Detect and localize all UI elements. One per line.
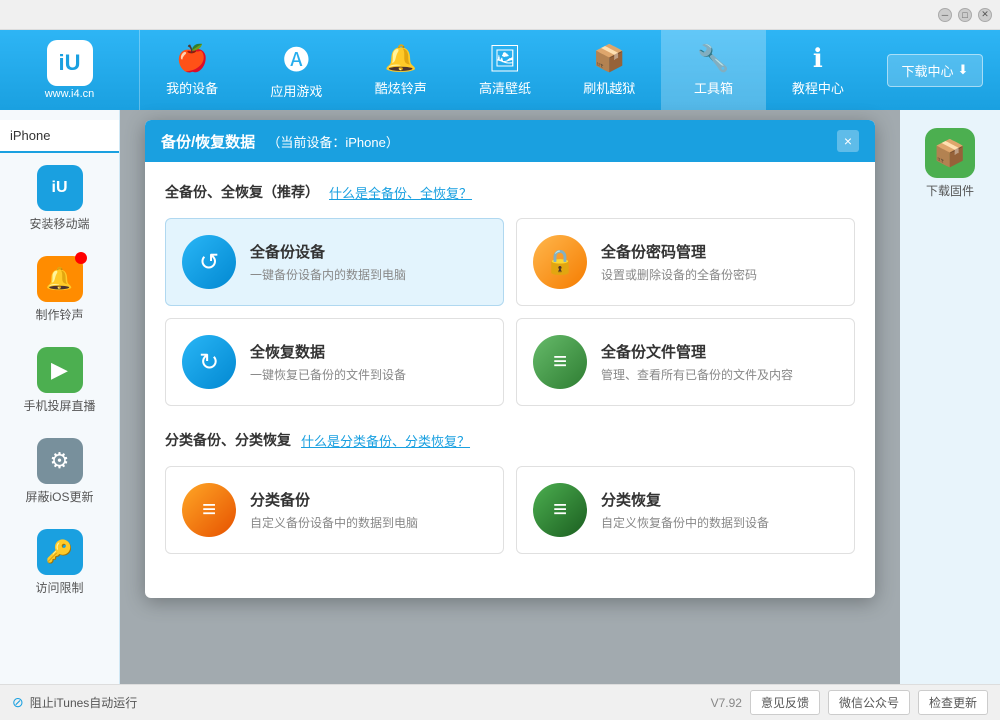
nav-wallpaper[interactable]: 🖼 高清壁纸 <box>453 30 557 110</box>
full-backup-files-icon: ≡ <box>533 335 587 389</box>
modal-close-button[interactable]: × <box>837 130 859 152</box>
section1-title: 全备份、全恢复（推荐） <box>165 182 319 202</box>
category-restore-icon: ≡ <box>533 483 587 537</box>
minimize-button[interactable]: ─ <box>938 8 952 22</box>
card-full-backup-password-desc: 设置或删除设备的全备份密码 <box>601 266 838 283</box>
nav-toolbox[interactable]: 🔧 工具箱 <box>661 30 765 110</box>
title-bar: ─ □ ✕ <box>0 0 1000 30</box>
ringtone-icon: 🔔 <box>37 256 83 302</box>
status-bar: ⊘ 阻止iTunes自动运行 V7.92 意见反馈 微信公众号 检查更新 <box>0 684 1000 720</box>
block-ios-icon: ⚙ <box>37 438 83 484</box>
nav-tutorials[interactable]: ℹ 教程中心 <box>766 30 870 110</box>
info-icon: ℹ <box>813 43 823 74</box>
card-full-restore-desc: 一键恢复已备份的文件到设备 <box>250 366 487 383</box>
maximize-button[interactable]: □ <box>958 8 972 22</box>
wechat-button[interactable]: 微信公众号 <box>828 690 910 715</box>
version-label: V7.92 <box>711 696 742 710</box>
download-center-button[interactable]: 下载中心 ⬇ <box>887 54 984 87</box>
modal-body: 全备份、全恢复（推荐） 什么是全备份、全恢复？ ↺ 全备份设备 一键备份设备内的… <box>145 162 875 598</box>
section1-cards: ↺ 全备份设备 一键备份设备内的数据到电脑 🔒 全备份密码管理 设置或删除 <box>165 218 855 406</box>
card-full-backup-files[interactable]: ≡ 全备份文件管理 管理、查看所有已备份的文件及内容 <box>516 318 855 406</box>
nav-my-device[interactable]: 🍎 我的设备 <box>140 30 244 110</box>
device-tab[interactable]: iPhone <box>0 120 119 153</box>
card-category-backup-title: 分类备份 <box>250 489 487 510</box>
nav-right: 下载中心 ⬇ <box>870 54 1000 87</box>
right-item-download-firmware[interactable]: 📦 下载固件 <box>917 120 983 207</box>
section1-header: 全备份、全恢复（推荐） 什么是全备份、全恢复？ <box>165 182 855 202</box>
full-backup-device-icon: ↺ <box>182 235 236 289</box>
content-area: 备份/恢复数据 （当前设备：iPhone） × 全备份、全恢复（推荐） 什么是全… <box>120 110 900 684</box>
apple-icon: 🍎 <box>176 43 208 74</box>
nav-items: 🍎 我的设备 🅐 应用游戏 🔔 酷炫铃声 🖼 高清壁纸 📦 刷机越狱 🔧 工具箱… <box>140 30 870 110</box>
card-category-restore-title: 分类恢复 <box>601 489 838 510</box>
block-itunes-icon: ⊘ <box>12 694 24 711</box>
card-full-backup-files-title: 全备份文件管理 <box>601 341 838 362</box>
nav-ringtones[interactable]: 🔔 酷炫铃声 <box>349 30 453 110</box>
nav-jailbreak[interactable]: 📦 刷机越狱 <box>557 30 661 110</box>
logo-icon: iU <box>47 40 93 86</box>
modal-subtitle: （当前设备：iPhone） <box>267 135 398 150</box>
check-update-button[interactable]: 检查更新 <box>918 690 988 715</box>
sidebar-item-ringtone[interactable]: 🔔 制作铃声 <box>0 244 119 335</box>
backup-restore-modal: 备份/恢复数据 （当前设备：iPhone） × 全备份、全恢复（推荐） 什么是全… <box>145 120 875 598</box>
app-icon: 🅐 <box>283 40 309 77</box>
card-category-backup-desc: 自定义备份设备中的数据到电脑 <box>250 514 487 531</box>
card-full-backup-device-desc: 一键备份设备内的数据到电脑 <box>250 266 487 283</box>
block-itunes-label: 阻止iTunes自动运行 <box>30 694 138 711</box>
sidebar-item-screen-live[interactable]: ▶ 手机投屏直播 <box>0 335 119 426</box>
full-backup-password-icon: 🔒 <box>533 235 587 289</box>
download-arrow-icon: ⬇ <box>958 62 969 78</box>
card-full-restore[interactable]: ↻ 全恢复数据 一键恢复已备份的文件到设备 <box>165 318 504 406</box>
status-right: V7.92 意见反馈 微信公众号 检查更新 <box>711 690 988 715</box>
toolbox-icon: 🔧 <box>697 43 729 74</box>
download-firmware-icon: 📦 <box>925 128 975 178</box>
category-backup-icon: ≡ <box>182 483 236 537</box>
sidebar-item-access-limit[interactable]: 🔑 访问限制 <box>0 517 119 608</box>
top-nav: iU www.i4.cn 🍎 我的设备 🅐 应用游戏 🔔 酷炫铃声 🖼 高清壁纸… <box>0 30 1000 110</box>
logo-subtitle: www.i4.cn <box>45 88 95 100</box>
install-app-icon: iU <box>37 165 83 211</box>
card-category-backup[interactable]: ≡ 分类备份 自定义备份设备中的数据到电脑 <box>165 466 504 554</box>
close-button[interactable]: ✕ <box>978 8 992 22</box>
section1-link[interactable]: 什么是全备份、全恢复？ <box>329 183 472 202</box>
access-limit-icon: 🔑 <box>37 529 83 575</box>
card-full-backup-device[interactable]: ↺ 全备份设备 一键备份设备内的数据到电脑 <box>165 218 504 306</box>
card-full-backup-device-title: 全备份设备 <box>250 241 487 262</box>
status-left: ⊘ 阻止iTunes自动运行 <box>12 694 699 711</box>
wallpaper-icon: 🖼 <box>488 43 521 74</box>
sidebar-item-install-app[interactable]: iU 安装移动端 <box>0 153 119 244</box>
right-panel: 📦 下载固件 <box>900 110 1000 684</box>
modal-title: 备份/恢复数据 （当前设备：iPhone） <box>161 131 399 152</box>
section2-title: 分类备份、分类恢复 <box>165 430 291 450</box>
modal-overlay: 备份/恢复数据 （当前设备：iPhone） × 全备份、全恢复（推荐） 什么是全… <box>120 110 900 684</box>
card-category-restore[interactable]: ≡ 分类恢复 自定义恢复备份中的数据到设备 <box>516 466 855 554</box>
nav-app-games[interactable]: 🅐 应用游戏 <box>244 30 348 110</box>
screen-live-icon: ▶ <box>37 347 83 393</box>
section2-link[interactable]: 什么是分类备份、分类恢复？ <box>301 431 470 450</box>
sidebar: iPhone iU 安装移动端 🔔 制作铃声 ▶ 手机投屏直播 ⚙ 屏蔽iO <box>0 110 120 684</box>
main-area: iPhone iU 安装移动端 🔔 制作铃声 ▶ 手机投屏直播 ⚙ 屏蔽iO <box>0 110 1000 684</box>
bell-icon: 🔔 <box>385 43 417 74</box>
section2-cards: ≡ 分类备份 自定义备份设备中的数据到电脑 ≡ 分类恢复 自定义恢复备份中的 <box>165 466 855 554</box>
sidebar-item-block-ios[interactable]: ⚙ 屏蔽iOS更新 <box>0 426 119 517</box>
section2-header: 分类备份、分类恢复 什么是分类备份、分类恢复？ <box>165 430 855 450</box>
jailbreak-icon: 📦 <box>593 43 625 74</box>
card-category-restore-desc: 自定义恢复备份中的数据到设备 <box>601 514 838 531</box>
modal-header: 备份/恢复数据 （当前设备：iPhone） × <box>145 120 875 162</box>
card-full-backup-password[interactable]: 🔒 全备份密码管理 设置或删除设备的全备份密码 <box>516 218 855 306</box>
full-restore-icon: ↻ <box>182 335 236 389</box>
ringtone-badge <box>75 252 87 264</box>
card-full-backup-files-desc: 管理、查看所有已备份的文件及内容 <box>601 366 838 383</box>
feedback-button[interactable]: 意见反馈 <box>750 690 820 715</box>
card-full-restore-title: 全恢复数据 <box>250 341 487 362</box>
card-full-backup-password-title: 全备份密码管理 <box>601 241 838 262</box>
logo-area: iU www.i4.cn <box>0 30 140 110</box>
